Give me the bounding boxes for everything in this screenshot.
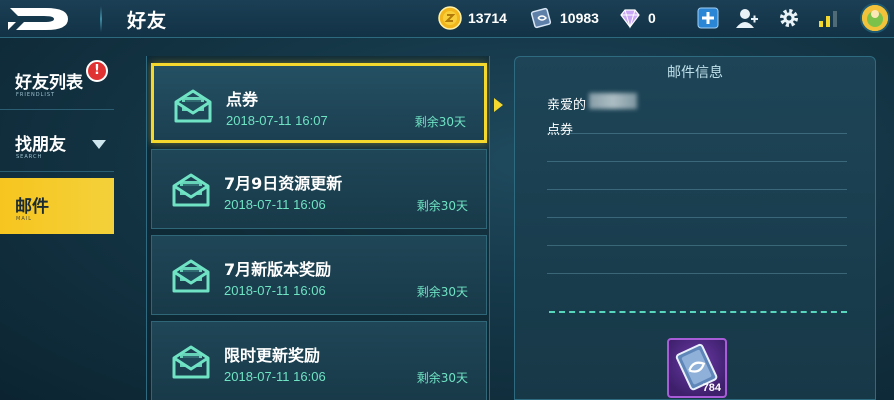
notification-badge: !: [86, 60, 108, 82]
mail-date: 2018-07-11 16:07: [226, 113, 328, 128]
mail-item[interactable]: 7月9日资源更新 2018-07-11 16:06 剩余30天: [151, 149, 487, 229]
reward-item[interactable]: 784: [667, 338, 727, 398]
header-divider: [100, 6, 102, 32]
mail-remaining: 剩余30天: [416, 371, 468, 385]
friends-icon[interactable]: [735, 6, 759, 30]
mail-list: 点券 2018-07-11 16:07 剩余30天 7月9日资源更新 2018-…: [146, 56, 490, 400]
mail-title: 7月新版本奖励: [224, 260, 332, 279]
gold-value: 13714: [468, 10, 507, 26]
mail-remaining: 剩余30天: [416, 199, 468, 213]
envelope-icon: [174, 89, 212, 123]
sidebar-item-sublabel: FRIENDLIST: [16, 92, 56, 98]
mail-item[interactable]: 7月新版本奖励 2018-07-11 16:06 剩余30天: [151, 235, 487, 315]
divider: [547, 161, 847, 162]
redacted-name: [589, 93, 637, 109]
mail-remaining: 剩余30天: [416, 285, 468, 299]
sidebar-item-mail[interactable]: 邮件 MAIL: [0, 178, 114, 234]
divider: [547, 189, 847, 190]
ticket-resource: 10983: [530, 5, 599, 31]
gold-resource: 13714: [438, 5, 507, 31]
diamond-value: 0: [648, 10, 656, 26]
game-logo-icon[interactable]: [6, 4, 76, 34]
selection-arrow-icon: [494, 98, 503, 112]
mail-title: 限时更新奖励: [224, 346, 321, 365]
divider: [547, 133, 847, 134]
mail-detail-panel: 邮件信息 亲爱的 点券 784: [514, 56, 876, 400]
sidebar-item-label: 邮件: [15, 197, 49, 217]
mail-date: 2018-07-11 16:06: [224, 369, 326, 384]
gold-coin-icon: [438, 6, 462, 30]
envelope-icon: [172, 345, 210, 379]
envelope-icon: [172, 259, 210, 293]
mail-greeting: 亲爱的: [547, 98, 587, 113]
mail-remaining: 剩余30天: [414, 115, 466, 129]
sidebar-item-label: 找朋友: [15, 135, 66, 155]
mail-date: 2018-07-11 16:06: [224, 283, 326, 298]
mail-title: 点券: [226, 90, 259, 109]
sidebar-item-label: 好友列表: [15, 73, 83, 93]
sidebar-item-sublabel: SEARCH: [16, 154, 43, 160]
mail-title: 7月9日资源更新: [224, 174, 343, 193]
plus-icon[interactable]: [696, 6, 720, 30]
avatar-image: [862, 5, 888, 31]
divider: [547, 273, 847, 274]
mail-item[interactable]: 点券 2018-07-11 16:07 剩余30天: [151, 63, 487, 143]
mail-body: 点券: [547, 123, 574, 138]
gear-icon[interactable]: [777, 6, 801, 30]
top-bar: 好友 13714 10983 0: [0, 0, 894, 38]
diamond-icon: [620, 9, 640, 29]
detail-header: 邮件信息: [667, 65, 723, 81]
mail-item[interactable]: 限时更新奖励 2018-07-11 16:06 剩余30天: [151, 321, 487, 400]
sidebar-item-sublabel: MAIL: [16, 216, 32, 222]
dashed-divider: [549, 311, 847, 313]
divider: [547, 217, 847, 218]
sidebar: 好友列表 FRIENDLIST ! 找朋友 SEARCH 邮件 MAIL: [0, 50, 114, 234]
page-title: 好友: [127, 10, 168, 32]
signal-bars-icon: [819, 11, 837, 27]
reward-count: 784: [702, 382, 721, 394]
sidebar-item-search[interactable]: 找朋友 SEARCH: [0, 116, 114, 172]
ticket-icon: [530, 7, 552, 29]
diamond-resource: 0: [618, 5, 656, 31]
mail-date: 2018-07-11 16:06: [224, 197, 326, 212]
envelope-icon: [172, 173, 210, 207]
sidebar-item-friendlist[interactable]: 好友列表 FRIENDLIST !: [0, 54, 114, 110]
chevron-down-icon: [92, 140, 106, 149]
ticket-value: 10983: [560, 10, 599, 26]
divider: [547, 245, 847, 246]
avatar[interactable]: [860, 3, 890, 33]
